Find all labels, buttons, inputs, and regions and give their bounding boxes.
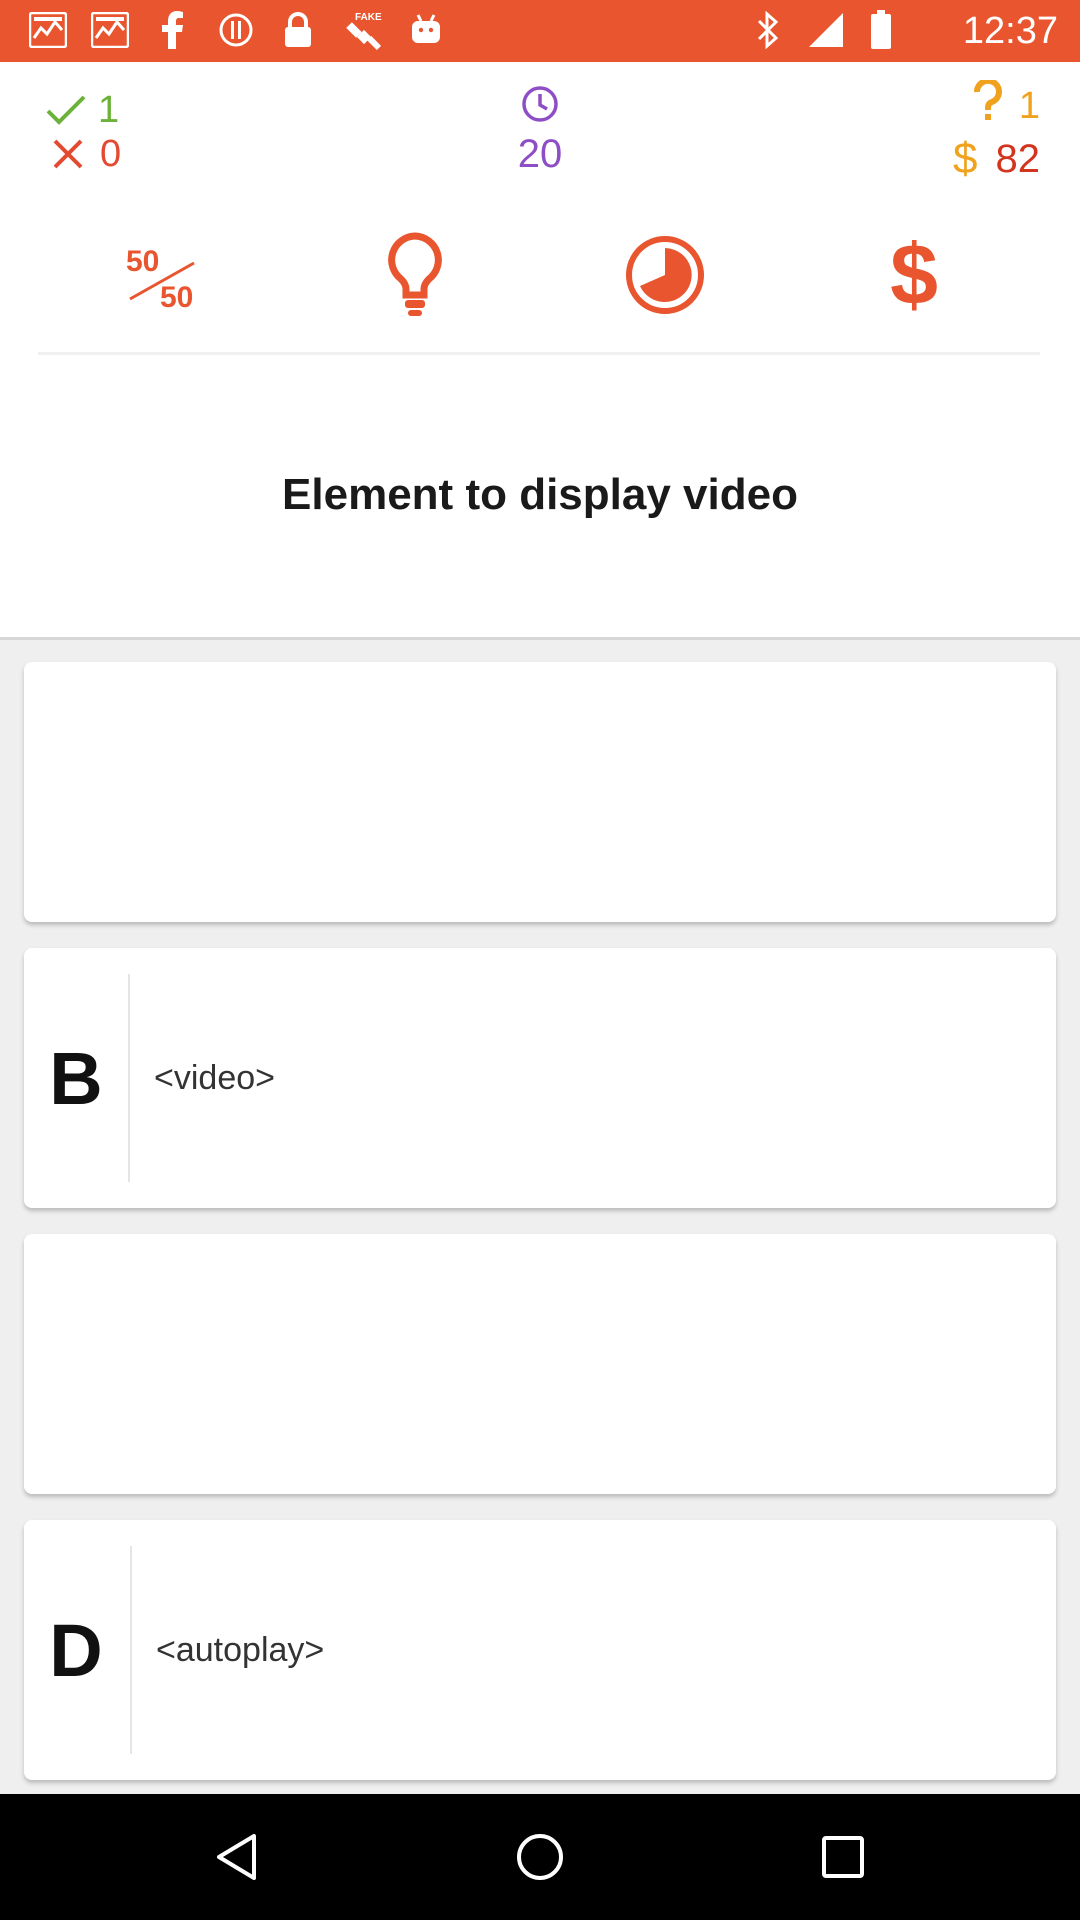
- fifty-top-label: 50: [126, 245, 159, 278]
- android-debug-icon: [406, 10, 446, 50]
- iifl-markets-icon: [90, 10, 130, 50]
- home-button[interactable]: [505, 1822, 575, 1892]
- check-icon: [44, 88, 88, 132]
- correct-count: 1: [44, 88, 119, 132]
- correct-value: 1: [98, 89, 120, 131]
- answer-letter: D: [49, 1608, 103, 1692]
- time-pie-icon: [626, 236, 704, 314]
- battery-icon: [868, 10, 894, 50]
- wrong-value: 0: [100, 133, 122, 175]
- question-count: 1: [973, 77, 1040, 132]
- answer-option-b[interactable]: B <video>: [24, 948, 1056, 1208]
- dollar-icon: $: [890, 227, 938, 323]
- fifty-bottom-label: 50: [160, 281, 193, 311]
- facebook-icon: [152, 10, 192, 50]
- divider: [38, 352, 1040, 355]
- answer-letter: B: [49, 1036, 103, 1120]
- answer-option-c[interactable]: [24, 1234, 1056, 1494]
- iifl-markets-icon: [28, 10, 68, 50]
- navigation-bar: [0, 1794, 1080, 1920]
- answer-separator: [130, 1546, 132, 1754]
- answer-text: <autoplay>: [156, 1630, 325, 1669]
- answer-text: <video>: [154, 1058, 275, 1097]
- timer: 20: [510, 84, 570, 177]
- buy-coins-lifeline[interactable]: $: [884, 230, 944, 320]
- bluetooth-icon: [752, 10, 784, 50]
- answer-option-d[interactable]: D <autoplay>: [24, 1520, 1056, 1780]
- status-bar: FAKE 12:37: [0, 0, 1080, 62]
- coin-balance: $ 82: [953, 134, 1040, 184]
- close-icon: [46, 132, 90, 176]
- home-circle-icon: [517, 1834, 563, 1880]
- svg-text:FAKE: FAKE: [355, 12, 382, 23]
- hint-lifeline[interactable]: [380, 230, 450, 320]
- clock-icon: [520, 84, 560, 129]
- answer-separator: [128, 974, 130, 1182]
- signal-icon: [806, 10, 846, 50]
- back-button[interactable]: [202, 1822, 272, 1892]
- recent-apps-button[interactable]: [808, 1822, 878, 1892]
- fifty-fifty-icon: 50 50: [126, 245, 195, 311]
- question-mark-icon: [973, 77, 1003, 132]
- alert-icon: [216, 10, 256, 50]
- extra-time-lifeline[interactable]: [620, 230, 710, 320]
- lock-icon: [278, 10, 318, 50]
- timer-value: 20: [517, 132, 563, 176]
- coin-symbol: $: [953, 134, 978, 183]
- fifty-fifty-lifeline[interactable]: 50 50: [124, 230, 208, 320]
- recent-square-icon: [822, 1836, 864, 1878]
- answer-option-a[interactable]: [24, 662, 1056, 922]
- question-text: Element to display video: [282, 470, 798, 519]
- lightbulb-icon: [388, 232, 442, 316]
- question-count-value: 1: [1018, 84, 1040, 127]
- wrong-count: 0: [46, 132, 121, 176]
- coin-value: 82: [995, 136, 1041, 181]
- back-triangle-icon: [217, 1834, 256, 1880]
- fake-gps-icon: FAKE: [340, 10, 388, 50]
- clock-time: 12:37: [962, 10, 1058, 52]
- quiz-header: 1 0 20 1 $ 82 50 50 $ Element to display…: [0, 62, 1080, 640]
